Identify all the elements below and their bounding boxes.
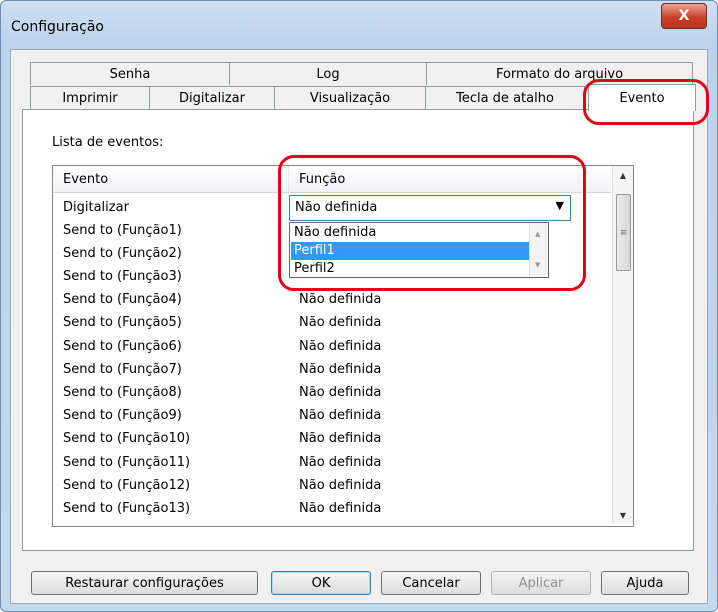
scroll-thumb[interactable]: ≡ — [616, 194, 631, 271]
function-cell: Não definida — [299, 362, 382, 377]
event-list-label: Lista de eventos: — [52, 135, 164, 150]
column-header-label: Evento — [63, 171, 109, 187]
table-row[interactable]: Send to (Função8) Não definida — [53, 383, 611, 405]
event-cell: Send to (Função2) — [63, 246, 182, 261]
table-row[interactable]: Send to (Função4) Não definida — [53, 290, 611, 312]
function-cell: Não definida — [299, 385, 382, 400]
tab-senha[interactable]: Senha — [30, 62, 230, 85]
event-cell: Send to (Função6) — [63, 339, 182, 354]
function-cell: Não definida — [299, 455, 382, 470]
function-cell: Não definida — [299, 339, 382, 354]
help-button[interactable]: Ajuda — [601, 571, 689, 595]
event-cell: Send to (Função8) — [63, 385, 182, 400]
button-label: Cancelar — [402, 575, 460, 591]
tab-label: Imprimir — [62, 90, 118, 106]
restore-settings-button[interactable]: Restaurar configurações — [31, 571, 258, 595]
tab-imprimir[interactable]: Imprimir — [30, 86, 150, 109]
cancel-button[interactable]: Cancelar — [381, 571, 481, 595]
column-header-funcao[interactable]: Função — [289, 166, 611, 192]
function-cell: Não definida — [299, 431, 382, 446]
table-row[interactable]: Send to (Função12) Não definida — [53, 476, 611, 498]
tab-digitalizar[interactable]: Digitalizar — [149, 86, 275, 109]
event-cell: Send to (Função11) — [63, 455, 191, 470]
table-row[interactable]: Send to (Função9) Não definida — [53, 406, 611, 428]
apply-button[interactable]: Aplicar — [491, 571, 591, 595]
table-row[interactable]: Send to (Função11) Não definida — [53, 453, 611, 475]
function-cell: Não definida — [299, 292, 382, 307]
button-label: Restaurar configurações — [65, 575, 224, 591]
close-icon: X — [678, 8, 690, 24]
tab-label: Formato do arquivo — [495, 66, 624, 82]
dropdown-option[interactable]: Não definida — [291, 224, 532, 242]
close-button[interactable]: X — [661, 3, 707, 29]
tab-log[interactable]: Log — [229, 62, 427, 85]
tab-tecla-de-atalho[interactable]: Tecla de atalho — [425, 86, 585, 109]
chevron-down-icon[interactable]: ▼ — [556, 199, 564, 212]
tab-label: Visualização — [309, 90, 391, 106]
function-cell: Não definida — [299, 315, 382, 330]
tab-label: Tecla de atalho — [456, 90, 554, 106]
event-cell: Send to (Função9) — [63, 408, 182, 423]
tab-evento[interactable]: Evento — [588, 84, 696, 111]
button-label: Ajuda — [626, 575, 664, 591]
tab-formato-do-arquivo[interactable]: Formato do arquivo — [426, 62, 693, 85]
function-cell: Não definida — [299, 408, 382, 423]
scroll-up-icon[interactable]: ▲ — [535, 230, 540, 238]
tab-label: Log — [316, 66, 340, 82]
function-cell: Não definida — [299, 478, 382, 493]
scroll-down-icon[interactable]: ▼ — [535, 261, 540, 269]
scroll-down-icon[interactable]: ▼ — [613, 506, 633, 524]
tab-visualizacao[interactable]: Visualização — [274, 86, 426, 109]
event-cell: Send to (Função4) — [63, 292, 182, 307]
dropdown-option[interactable]: Perfil2 — [291, 260, 532, 278]
tab-label: Senha — [109, 66, 151, 82]
dropdown-option-selected[interactable]: Perfil1 — [291, 242, 532, 260]
function-combobox[interactable]: Não definida ▼ — [289, 195, 571, 221]
button-label: OK — [311, 575, 331, 591]
event-cell: Send to (Função1) — [63, 223, 182, 238]
event-cell: Send to (Função13) — [63, 501, 191, 516]
column-header-label: Função — [299, 171, 346, 187]
tab-label: Evento — [619, 90, 665, 106]
combobox-value: Não definida — [295, 200, 378, 215]
list-header: Evento Função — [53, 166, 611, 193]
event-cell: Send to (Função5) — [63, 315, 182, 330]
tab-label: Digitalizar — [179, 90, 245, 106]
event-cell: Send to (Função10) — [63, 431, 191, 446]
window-title: Configuração — [11, 19, 104, 35]
table-row[interactable]: Send to (Função5) Não definida — [53, 313, 611, 335]
table-row[interactable]: Send to (Função7) Não definida — [53, 360, 611, 382]
event-cell: Send to (Função12) — [63, 478, 191, 493]
dropdown-scrollbar[interactable]: ▲ ▼ — [529, 223, 548, 277]
column-header-evento[interactable]: Evento — [53, 166, 289, 192]
event-cell: Send to (Função3) — [63, 269, 182, 284]
table-row[interactable]: Send to (Função10) Não definida — [53, 429, 611, 451]
event-cell: Send to (Função7) — [63, 362, 182, 377]
scroll-up-icon[interactable]: ▲ — [613, 166, 633, 184]
list-scrollbar[interactable]: ▲ ≡ ▼ — [612, 166, 633, 524]
table-row[interactable]: Send to (Função13) Não definida — [53, 499, 611, 521]
function-cell: Não definida — [299, 501, 382, 516]
function-dropdown-list[interactable]: Não definida Perfil1 Perfil2 ▲ ▼ — [289, 222, 549, 278]
ok-button[interactable]: OK — [271, 571, 371, 595]
table-row[interactable]: Send to (Função6) Não definida — [53, 337, 611, 359]
button-label: Aplicar — [518, 575, 564, 591]
event-cell: Digitalizar — [63, 200, 129, 215]
